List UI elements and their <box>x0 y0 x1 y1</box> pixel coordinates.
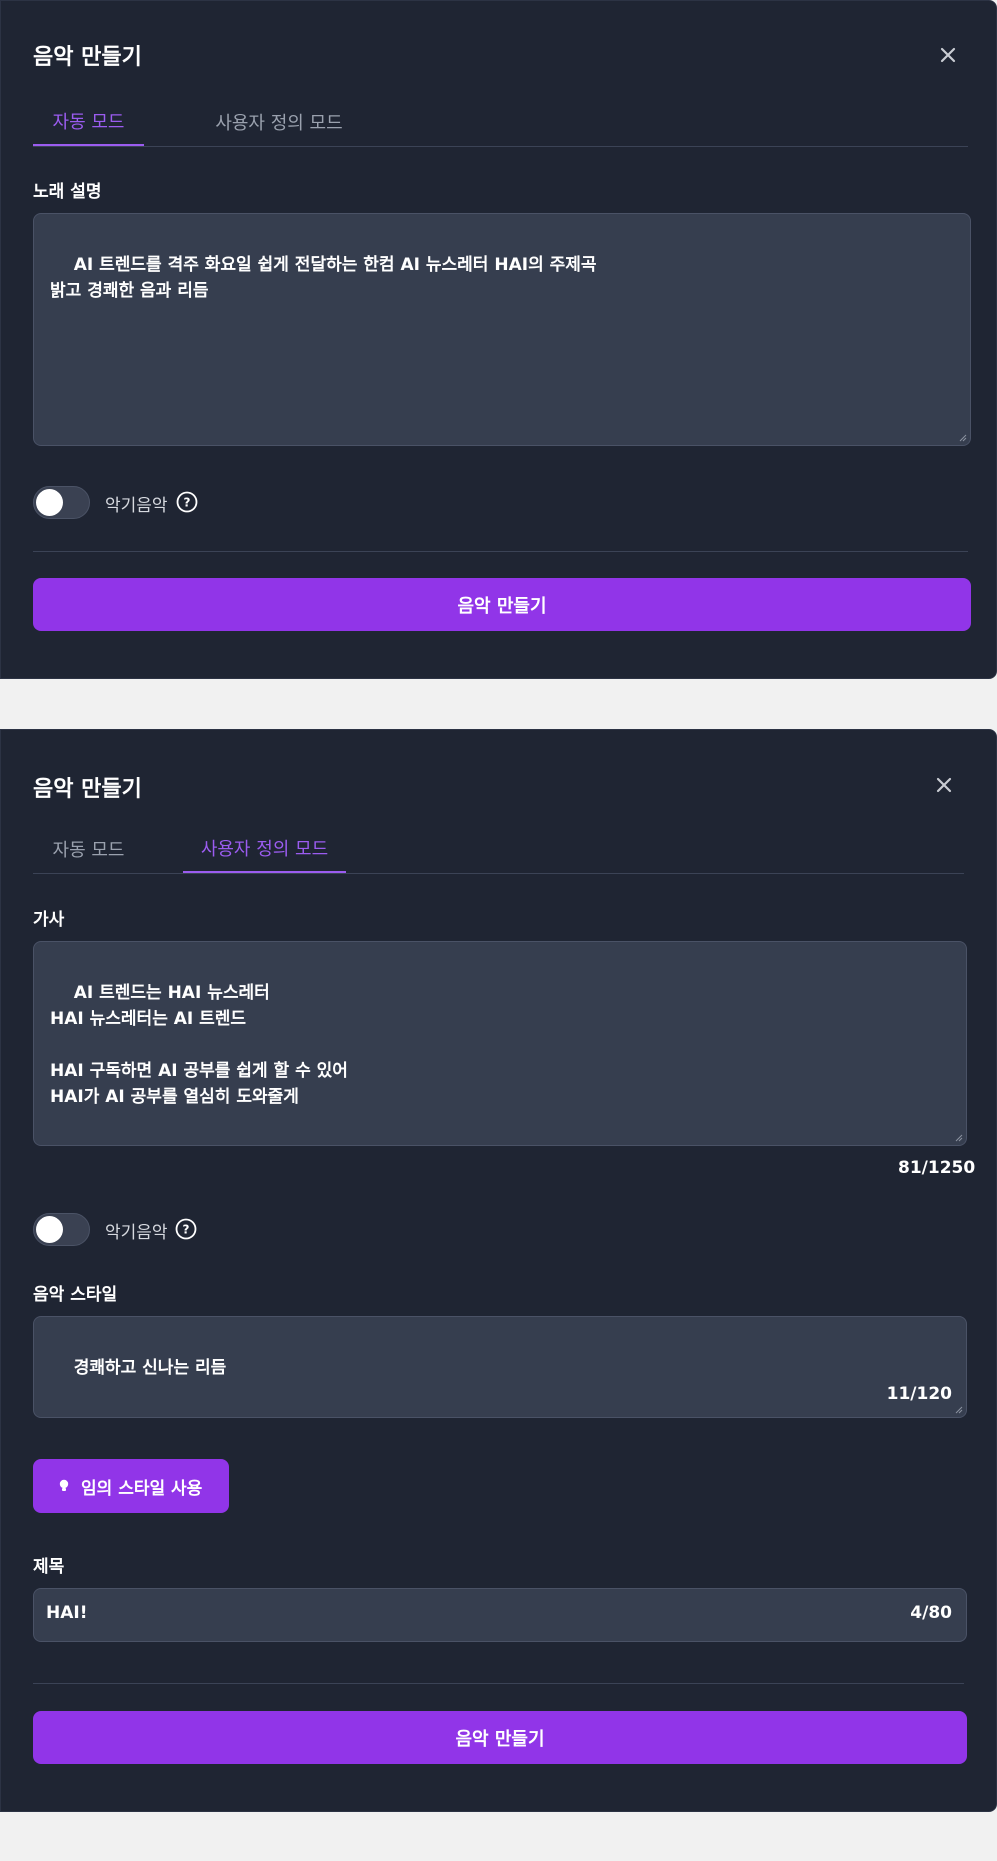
toggle-knob <box>36 1216 63 1243</box>
create-music-dialog-custom: 음악 만들기 자동 모드 사용자 정의 모드 가사 AI 트렌드는 HAI 뉴스… <box>0 729 997 1812</box>
resize-handle-icon[interactable] <box>957 432 967 442</box>
music-style-text: 경쾌하고 신나는 리듬 <box>73 1358 227 1378</box>
tab-custom-mode[interactable]: 사용자 정의 모드 <box>183 825 346 873</box>
lyrics-label: 가사 <box>33 910 65 930</box>
lightbulb-icon <box>59 1479 69 1491</box>
svg-text:?: ? <box>184 496 191 510</box>
resize-handle-icon[interactable] <box>953 1404 963 1414</box>
question-circle-icon[interactable]: ? <box>176 491 198 513</box>
music-style-input[interactable]: 경쾌하고 신나는 리듬 11/120 <box>33 1316 967 1418</box>
title-input[interactable]: HAI! 4/80 <box>33 1588 967 1642</box>
resize-handle-icon[interactable] <box>953 1132 963 1142</box>
song-description-input[interactable]: AI 트렌드를 격주 화요일 쉽게 전달하는 한컴 AI 뉴스레터 HAI의 주… <box>33 213 971 446</box>
create-music-dialog-auto: 음악 만들기 자동 모드 사용자 정의 모드 노래 설명 AI 트렌드를 격주 … <box>0 0 997 679</box>
close-icon[interactable] <box>930 771 958 799</box>
instrumental-label: 악기음악 <box>105 496 168 516</box>
toggle-knob <box>36 489 63 516</box>
tab-custom-mode[interactable]: 사용자 정의 모드 <box>194 98 364 145</box>
random-style-label: 임의 스타일 사용 <box>81 1478 203 1499</box>
instrumental-label: 악기음악 <box>105 1223 168 1243</box>
instrumental-toggle[interactable] <box>33 1213 90 1246</box>
svg-text:?: ? <box>183 1223 190 1237</box>
dialog-title: 음악 만들기 <box>33 777 142 802</box>
tab-auto-mode[interactable]: 자동 모드 <box>33 825 144 872</box>
instrumental-toggle[interactable] <box>33 486 90 519</box>
dialog-title: 음악 만들기 <box>33 45 142 70</box>
lyrics-text: AI 트렌드는 HAI 뉴스레터 HAI 뉴스레터는 AI 트렌드 HAI 구독… <box>50 983 348 1107</box>
question-circle-icon[interactable]: ? <box>175 1218 197 1240</box>
random-style-button[interactable]: 임의 스타일 사용 <box>33 1459 229 1513</box>
title-text: HAI! <box>46 1603 88 1623</box>
close-icon[interactable] <box>934 41 962 69</box>
create-music-button[interactable]: 음악 만들기 <box>33 1711 967 1764</box>
mode-tabs: 자동 모드 사용자 정의 모드 <box>33 98 968 147</box>
lyrics-char-counter: 81/1250 <box>898 1158 976 1178</box>
mode-tabs: 자동 모드 사용자 정의 모드 <box>33 825 964 874</box>
song-description-label: 노래 설명 <box>33 182 102 202</box>
music-style-label: 음악 스타일 <box>33 1285 118 1305</box>
style-char-counter: 11/120 <box>886 1384 952 1404</box>
song-description-text: AI 트렌드를 격주 화요일 쉽게 전달하는 한컴 AI 뉴스레터 HAI의 주… <box>50 255 597 301</box>
divider <box>33 1683 964 1684</box>
lyrics-input[interactable]: AI 트렌드는 HAI 뉴스레터 HAI 뉴스레터는 AI 트렌드 HAI 구독… <box>33 941 967 1146</box>
tab-auto-mode[interactable]: 자동 모드 <box>33 98 144 146</box>
title-label: 제목 <box>33 1557 65 1577</box>
title-char-counter: 4/80 <box>910 1603 952 1623</box>
divider <box>33 551 968 552</box>
create-music-button[interactable]: 음악 만들기 <box>33 578 971 631</box>
